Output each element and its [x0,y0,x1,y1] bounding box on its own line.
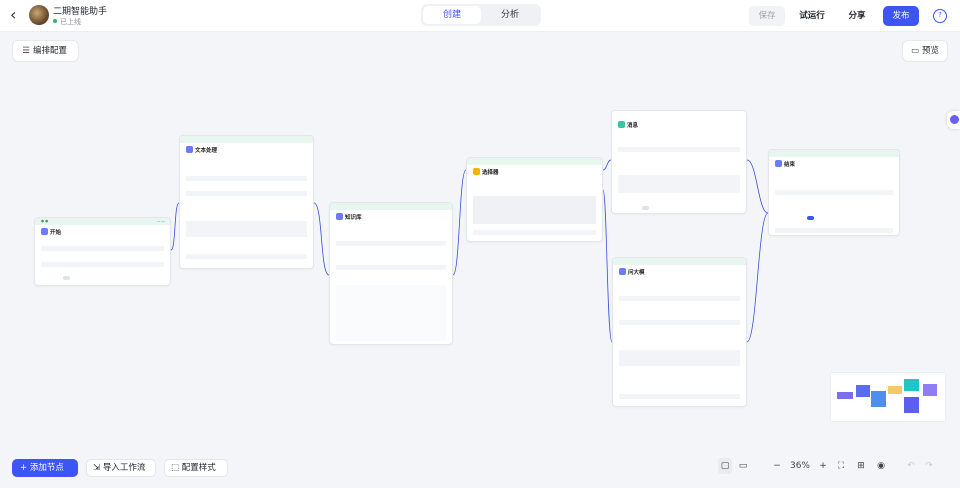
node-field [41,246,164,251]
minimap-node [904,379,919,391]
plus-icon: + [20,463,30,473]
minimap-node [837,392,853,399]
node-field [186,221,307,237]
zoom-toolbar: ▢ ▭ − 36% + ⛶ ⊞ ◉ ↶ ↷ [716,455,946,477]
minimap-node [904,397,919,413]
node-field [619,350,740,366]
start-node-icon [41,228,48,235]
fit-view-icon[interactable]: ⛶ [834,458,848,474]
edge-condition-question [602,189,613,343]
end-title: 结束 [784,162,796,168]
node-title: 知识库 [336,213,362,221]
message-title: 消息 [627,123,639,129]
node-condition-box [473,196,596,224]
node-field [775,228,893,233]
layout-icon[interactable]: ⊞ [854,458,868,474]
node-tag-bar [330,203,452,210]
config-style-button[interactable]: ⬚ 配置样式 [164,459,228,477]
node-output-list [336,285,446,341]
node-field [775,190,893,195]
node-tag-bar: ● ● — — [35,218,170,225]
node-text[interactable]: 文本处理 [179,135,314,269]
node-condition[interactable]: 选择器 [466,157,603,242]
minimap-node [888,386,902,394]
node-title: 开始 [41,228,61,236]
knowledge-node-icon [336,213,343,220]
start-title: 开始 [50,230,62,236]
message-node-icon [618,121,625,128]
end-node-icon [775,160,782,167]
condition-title: 选择器 [482,170,499,176]
hand-mode-icon[interactable]: ▭ [736,458,750,474]
node-field [186,191,307,196]
minimap-node [871,391,886,407]
node-field [473,230,596,235]
node-end[interactable]: 结束 [768,149,900,236]
node-field [619,394,740,399]
node-field [618,147,740,152]
node-field [618,175,740,193]
text-title: 文本处理 [195,148,218,154]
node-title: 结束 [775,160,795,168]
minimap[interactable] [830,372,946,422]
undo-icon[interactable]: ↶ [904,458,918,474]
node-tag-bar [769,150,899,157]
condition-node-icon [473,168,480,175]
knowledge-title: 知识库 [345,215,362,221]
node-tag: ● ● [41,219,49,223]
redo-icon[interactable]: ↷ [922,458,936,474]
node-message[interactable]: 消息 [611,110,747,214]
zoom-in-icon[interactable]: + [816,458,830,474]
node-tag-bar [180,136,313,143]
node-title: 问大模 [619,268,645,276]
config-style-label: 配置样式 [181,463,216,473]
node-title: 选择器 [473,168,499,176]
node-field [619,296,740,301]
pointer-mode-icon[interactable]: ▢ [718,458,732,474]
question-node-icon [619,268,626,275]
node-field [186,254,307,259]
import-workflow-button[interactable]: ⇲ 导入工作流 [86,459,156,477]
import-label: 导入工作流 [102,463,146,473]
node-tag-bar [613,258,746,265]
zoom-out-icon[interactable]: − [770,458,784,474]
minimap-node [923,384,937,396]
node-knowledge[interactable]: 知识库 [329,202,453,345]
style-icon: ⬚ [171,463,182,473]
node-field [619,320,740,325]
edge-question-end [746,212,769,343]
add-node-label: 添加节点 [29,463,64,473]
edge-start-text [170,202,180,251]
node-field [186,176,307,181]
node-field [336,265,446,270]
add-node-button[interactable]: + 添加节点 [12,459,78,477]
node-tag-bar [612,111,746,118]
edge-condition-message [602,159,612,171]
text-node-icon [186,146,193,153]
minimap-node [856,385,870,397]
node-title: 消息 [618,121,638,129]
minimap-toggle-icon[interactable]: ◉ [874,458,888,474]
edge-message-end [746,159,769,214]
node-field [336,241,446,246]
node-toggle[interactable] [642,206,649,210]
node-start[interactable]: ● ● — — 开始 [34,217,171,286]
edge-text-knowledge [313,202,330,276]
zoom-level: 36% [789,461,810,471]
node-question[interactable]: 问大模 [612,257,747,407]
node-title: 文本处理 [186,146,217,154]
node-toggle[interactable] [807,216,814,220]
edge-knowledge-condition [452,169,467,276]
question-title: 问大模 [628,270,645,276]
node-tag-bar [467,158,602,165]
node-toggle[interactable] [63,276,70,280]
import-icon: ⇲ [93,463,103,473]
node-field [41,262,164,267]
node-link: — — [156,219,165,223]
